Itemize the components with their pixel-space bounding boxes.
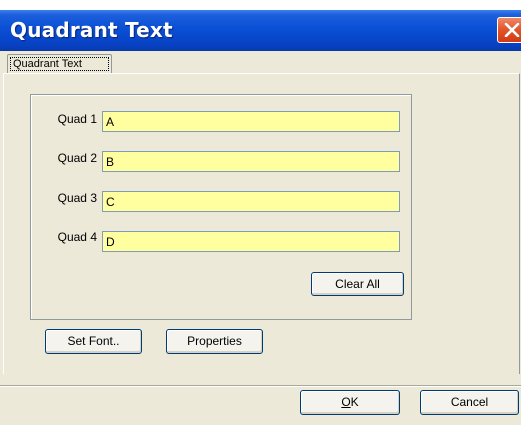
- quad-4-label: Quad 4: [57, 230, 97, 244]
- title-bar[interactable]: Quadrant Text: [0, 10, 521, 51]
- ok-mnemonic: O: [341, 395, 351, 409]
- close-button[interactable]: [497, 17, 521, 43]
- footer-separator: [0, 385, 521, 387]
- dialog-title: Quadrant Text: [10, 18, 173, 42]
- set-font-button[interactable]: Set Font..: [45, 329, 142, 354]
- quadrant-text-dialog: Quadrant Text Quadrant Text Quad 1 A Qua…: [0, 10, 521, 425]
- quad-3-label: Quad 3: [57, 191, 97, 205]
- clear-all-button[interactable]: Clear All: [311, 272, 404, 296]
- quad-2-input[interactable]: B: [102, 151, 400, 172]
- quad-4-input[interactable]: D: [102, 231, 400, 252]
- tab-quadrant-text[interactable]: Quadrant Text: [7, 54, 112, 74]
- ok-button[interactable]: OK: [300, 390, 400, 415]
- cancel-button[interactable]: Cancel: [420, 390, 519, 415]
- quad-2-label: Quad 2: [57, 151, 97, 165]
- quad-3-input[interactable]: C: [102, 191, 400, 212]
- quad-1-label: Quad 1: [57, 112, 97, 126]
- quad-1-input[interactable]: A: [102, 111, 400, 132]
- close-icon: [504, 23, 520, 37]
- properties-button[interactable]: Properties: [166, 329, 263, 354]
- tab-label: Quadrant Text: [10, 57, 109, 71]
- ok-label-rest: K: [350, 395, 359, 409]
